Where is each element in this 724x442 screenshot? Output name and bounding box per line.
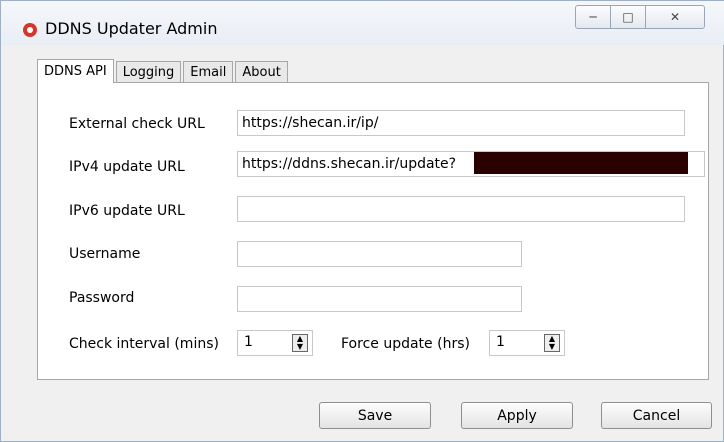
window: DDNS Updater Admin ─ □ ✕ DDNS API Loggin… — [0, 0, 724, 442]
title-bar[interactable]: DDNS Updater Admin ─ □ ✕ — [1, 1, 724, 45]
spin-arrows-icon[interactable]: ▲ ▼ — [292, 334, 308, 352]
tab-about[interactable]: About — [235, 61, 288, 82]
spin-arrows-icon[interactable]: ▲ ▼ — [544, 334, 560, 352]
save-button[interactable]: Save — [319, 402, 431, 429]
close-button[interactable]: ✕ — [645, 5, 705, 29]
maximize-icon: □ — [622, 10, 634, 24]
check-interval-spinbox[interactable]: 1 ▲ ▼ — [237, 330, 313, 356]
username-input[interactable] — [237, 241, 522, 267]
tab-bar: DDNS API Logging Email About — [37, 59, 290, 83]
ipv6-update-url-input[interactable] — [237, 196, 685, 222]
tab-email[interactable]: Email — [183, 61, 234, 82]
ipv4-update-url-label: IPv4 update URL — [69, 159, 185, 175]
close-icon: ✕ — [669, 10, 681, 24]
minimize-icon: ─ — [589, 10, 597, 24]
tab-logging[interactable]: Logging — [115, 61, 182, 82]
force-update-label: Force update (hrs) — [341, 336, 470, 352]
force-update-value: 1 — [496, 334, 505, 350]
minimize-button[interactable]: ─ — [575, 5, 611, 29]
apply-button[interactable]: Apply — [461, 402, 573, 429]
password-label: Password — [69, 290, 135, 306]
tab-ddns-api[interactable]: DDNS API — [37, 59, 114, 83]
password-input[interactable] — [237, 286, 522, 312]
external-check-url-label: External check URL — [69, 116, 205, 132]
window-title: DDNS Updater Admin — [45, 19, 218, 38]
app-icon — [23, 23, 37, 37]
check-interval-label: Check interval (mins) — [69, 336, 219, 352]
ipv6-update-url-label: IPv6 update URL — [69, 203, 185, 219]
cancel-button[interactable]: Cancel — [601, 402, 712, 429]
username-label: Username — [69, 246, 141, 262]
force-update-spinbox[interactable]: 1 ▲ ▼ — [489, 330, 565, 356]
maximize-button[interactable]: □ — [610, 5, 646, 29]
redacted-area — [474, 152, 688, 174]
check-interval-value: 1 — [244, 334, 253, 350]
external-check-url-input[interactable]: https://shecan.ir/ip/ — [237, 110, 685, 136]
